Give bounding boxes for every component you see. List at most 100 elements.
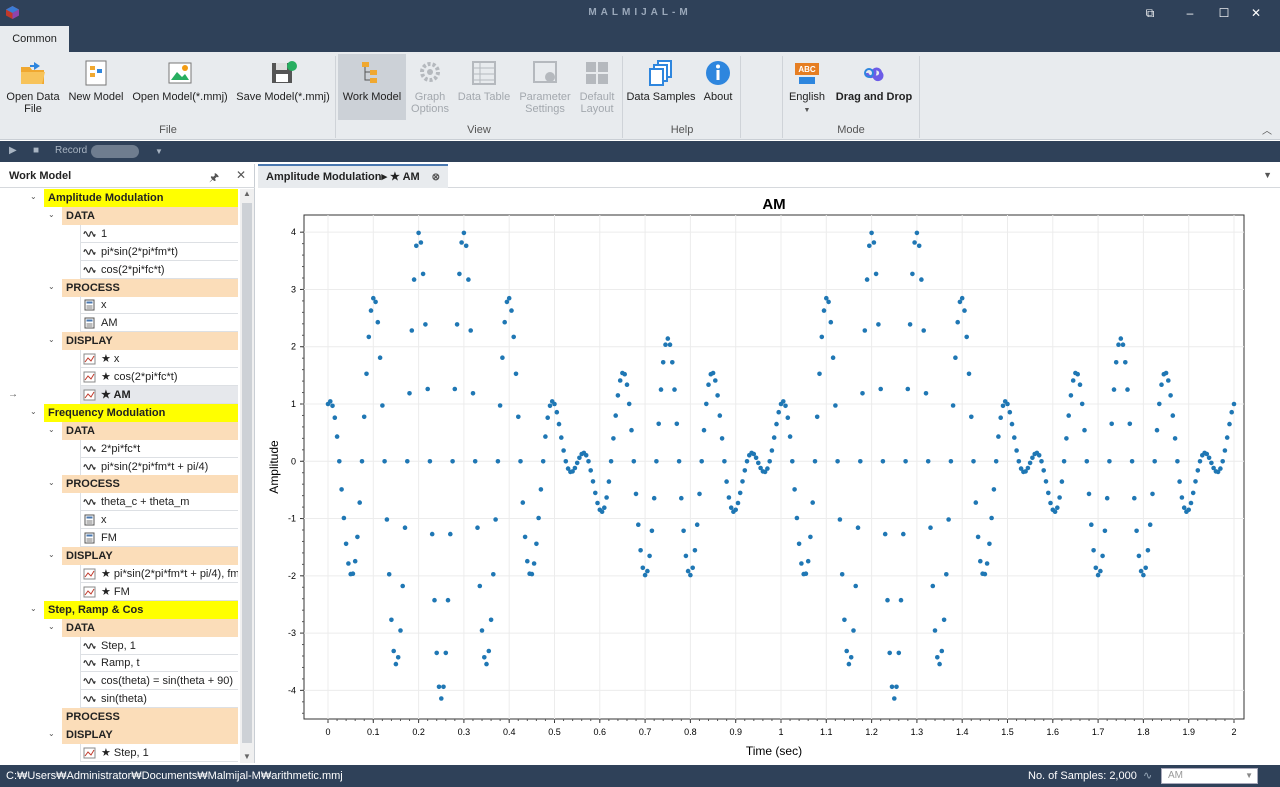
document-tab-label: Amplitude Modulation▸ ★ AM bbox=[266, 171, 420, 183]
data-point bbox=[633, 491, 639, 497]
tab-menu-chevron-icon[interactable]: ▼ bbox=[1263, 170, 1272, 180]
mode-group-label: Mode bbox=[837, 124, 865, 136]
graph-options-button[interactable]: Graph Options bbox=[408, 54, 452, 120]
maximize-button[interactable]: ☐ bbox=[1212, 3, 1236, 23]
svg-text:ABC: ABC bbox=[798, 65, 816, 74]
tree-node-label: ★ Step, 1 bbox=[101, 746, 149, 759]
expand-chevron-icon[interactable]: ⌄ bbox=[48, 335, 55, 344]
default-layout-button[interactable]: Default Layout bbox=[576, 54, 618, 120]
tree-section-node[interactable]: ⌄ DATA bbox=[0, 618, 240, 637]
save-model-button[interactable]: Save Model(*.mmj) bbox=[234, 54, 332, 120]
open-model-button[interactable]: Open Model(*.mmj) bbox=[130, 54, 230, 120]
tree-item[interactable]: cos(2*pi*fc*t) bbox=[0, 260, 240, 279]
tree-item[interactable]: pi*sin(2*pi*fm*t + pi/4) bbox=[0, 457, 240, 476]
tree-section-node[interactable]: ⌄ DISPLAY bbox=[0, 547, 240, 565]
expand-chevron-icon[interactable]: ⌄ bbox=[48, 622, 55, 631]
tree-section-node[interactable]: ⌄ PROCESS bbox=[0, 475, 240, 494]
display-select[interactable]: AM ▼ bbox=[1161, 768, 1258, 784]
record-toggle[interactable] bbox=[91, 145, 139, 158]
tab-common[interactable]: Common bbox=[0, 26, 69, 52]
tree-item[interactable]: AM bbox=[0, 314, 240, 333]
status-bar: C:₩Users₩Administrator₩Documents₩Malmija… bbox=[0, 765, 1280, 787]
tree-model-node[interactable]: ⌄ Step, Ramp & Cos bbox=[0, 600, 240, 619]
new-model-button[interactable]: New Model bbox=[66, 54, 126, 120]
data-point bbox=[719, 436, 725, 441]
chevron-down-icon[interactable]: ▼ bbox=[155, 147, 163, 156]
data-point bbox=[1220, 459, 1225, 464]
restore-layout-button[interactable]: ⧉ bbox=[1138, 3, 1162, 23]
tree-item[interactable]: x bbox=[0, 511, 240, 530]
play-icon[interactable]: ▶ bbox=[9, 145, 17, 156]
work-model-button[interactable]: Work Model bbox=[338, 54, 406, 120]
expand-chevron-icon[interactable]: ⌄ bbox=[30, 192, 37, 201]
tree-section-node[interactable]: ⌄ DISPLAY bbox=[0, 726, 240, 744]
language-english-button[interactable]: ABC English ▼ bbox=[786, 54, 828, 120]
tree-section-node[interactable]: ⌄ DATA bbox=[0, 421, 240, 440]
minimize-button[interactable]: – bbox=[1178, 3, 1202, 23]
waveform-icon bbox=[83, 248, 96, 255]
tree-model-node[interactable]: ⌄ Amplitude Modulation bbox=[0, 189, 240, 207]
expand-chevron-icon[interactable]: ⌄ bbox=[48, 729, 55, 738]
expand-chevron-icon[interactable]: ⌄ bbox=[48, 550, 55, 559]
tree-section-node[interactable]: ⌄ PROCESS bbox=[0, 278, 240, 297]
tree-item[interactable]: ★ AM bbox=[0, 385, 240, 404]
data-point bbox=[862, 328, 868, 333]
tree-section-node[interactable]: ⌄ DISPLAY bbox=[0, 332, 240, 351]
language-abc-icon: ABC bbox=[795, 63, 819, 84]
ribbon-separator bbox=[622, 56, 623, 138]
y-tick-label: -1 bbox=[288, 514, 296, 524]
tree-item[interactable]: 2*pi*fc*t bbox=[0, 439, 240, 458]
scrollbar-thumb[interactable] bbox=[242, 203, 252, 743]
close-tab-icon[interactable]: ⊗ bbox=[432, 172, 440, 183]
expand-chevron-icon[interactable]: ⌄ bbox=[48, 282, 55, 291]
data-point bbox=[1136, 553, 1142, 559]
am-chart[interactable]: -4 -3 -2 -1 0 1 2 3 4 0 0.1 0.2 0.3 0.4 0.5 0.6 0.7 0.8 0.… bbox=[258, 189, 1280, 762]
tree-item[interactable]: 1 bbox=[0, 224, 240, 243]
tree-item[interactable]: Ramp, t bbox=[0, 654, 240, 673]
expand-chevron-icon[interactable]: ⌄ bbox=[30, 604, 37, 613]
data-samples-button[interactable]: Data Samples bbox=[626, 54, 696, 120]
tree-item[interactable]: sin(theta) bbox=[0, 690, 240, 709]
expand-chevron-icon[interactable]: ⌄ bbox=[48, 425, 55, 434]
parameter-settings-button[interactable]: Parameter Settings bbox=[518, 54, 572, 120]
tree-item[interactable]: theta_c + theta_m bbox=[0, 493, 240, 512]
tree-section-node[interactable]: PROCESS bbox=[0, 708, 240, 727]
tree-item[interactable]: pi*sin(2*pi*fm*t) bbox=[0, 242, 240, 261]
layout-icon bbox=[586, 62, 608, 84]
pin-icon[interactable]: 🖈 bbox=[209, 169, 219, 188]
y-tick-label: -3 bbox=[288, 628, 296, 638]
scroll-down-icon[interactable]: ▼ bbox=[243, 752, 251, 761]
data-point bbox=[608, 459, 614, 464]
tree-item[interactable]: ★ FM bbox=[0, 582, 240, 601]
tree-item[interactable]: x bbox=[0, 296, 240, 315]
open-data-file-button[interactable]: Open Data File bbox=[4, 54, 62, 120]
calculator-icon bbox=[84, 532, 95, 544]
collapse-ribbon-icon[interactable]: ︿ bbox=[1262, 122, 1272, 137]
expand-chevron-icon[interactable]: ⌄ bbox=[48, 478, 55, 487]
expand-chevron-icon[interactable]: ⌄ bbox=[48, 210, 55, 219]
tree-item[interactable]: cos(theta) = sin(theta + 90) bbox=[0, 672, 240, 691]
tree-node-label: cos(2*pi*fc*t) bbox=[101, 263, 165, 276]
tree-item[interactable]: Step, 1 bbox=[0, 636, 240, 655]
tree-item[interactable]: ★ cos(2*pi*fc*t) bbox=[0, 368, 240, 386]
tree-item[interactable]: ★ x bbox=[0, 350, 240, 369]
stop-icon[interactable]: ■ bbox=[33, 145, 39, 156]
tree-item[interactable]: ★ Step, 1 bbox=[0, 743, 240, 762]
tree-scrollbar[interactable]: ▲ ▼ bbox=[240, 189, 254, 763]
tree-section-node[interactable]: ⌄ DATA bbox=[0, 206, 240, 225]
document-tab[interactable]: Amplitude Modulation▸ ★ AM ⊗ bbox=[258, 164, 448, 188]
x-tick-label: 0.1 bbox=[367, 727, 380, 737]
drag-and-drop-button[interactable]: Drag and Drop bbox=[832, 54, 916, 120]
tree-item[interactable]: FM bbox=[0, 529, 240, 548]
about-button[interactable]: About bbox=[700, 54, 736, 120]
tree-model-node[interactable]: ⌄ Frequency Modulation bbox=[0, 403, 240, 422]
default-layout-label: Default Layout bbox=[579, 91, 615, 115]
data-point bbox=[516, 414, 521, 420]
tree-item[interactable]: ★ pi*sin(2*pi*fm*t + pi/4), fm bbox=[0, 564, 240, 583]
scroll-up-icon[interactable]: ▲ bbox=[243, 189, 251, 198]
close-icon[interactable]: ✕ bbox=[236, 168, 246, 182]
close-window-button[interactable]: ✕ bbox=[1244, 3, 1268, 23]
work-model-panel: Work Model 🖈 ✕ ⌄ Amplitude Modulation ⌄ DAT… bbox=[0, 164, 255, 763]
data-table-button[interactable]: Data Table bbox=[454, 54, 514, 120]
expand-chevron-icon[interactable]: ⌄ bbox=[30, 407, 37, 416]
